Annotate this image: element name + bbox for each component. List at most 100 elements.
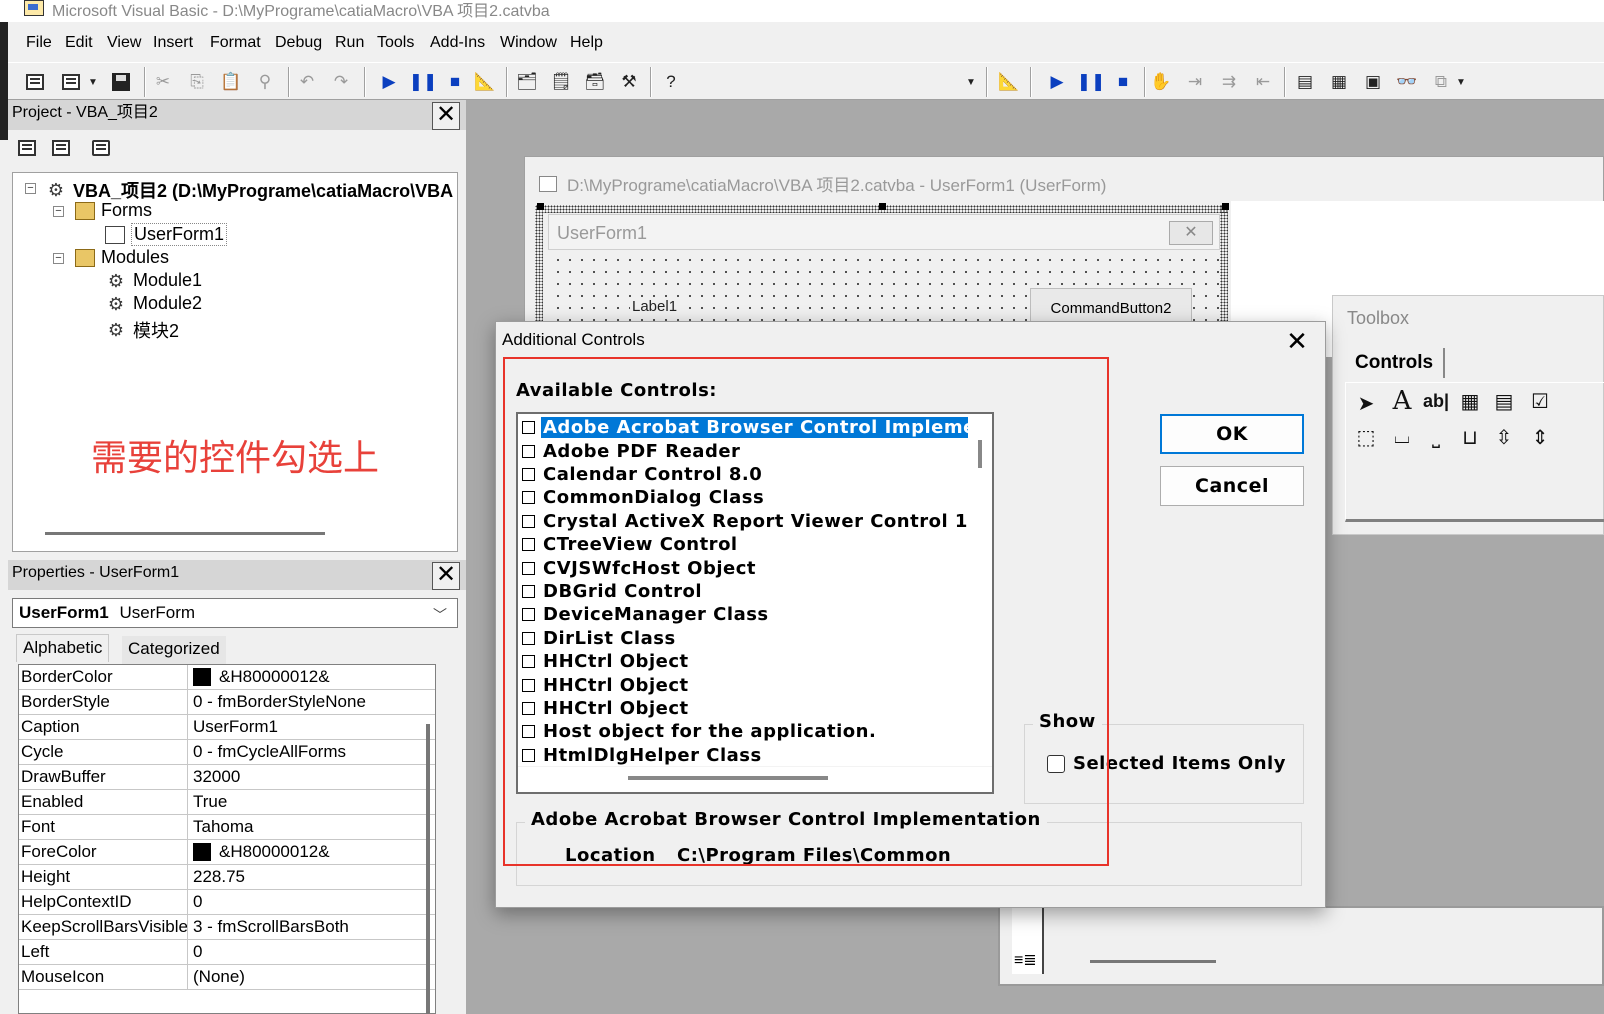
togglebutton-tool-icon[interactable]: ⌴ [1388,423,1416,451]
list-horizontal-scrollbar[interactable] [628,776,828,780]
view-object-icon[interactable] [52,140,76,164]
list-item[interactable]: CommonDialog Class [522,486,766,509]
list-item-checkbox[interactable] [522,561,535,575]
property-row[interactable]: Enabled True [19,790,435,815]
combobox-tool-icon[interactable]: ▦ [1456,387,1484,415]
list-item-checkbox[interactable] [522,608,535,622]
list-item[interactable]: HHCtrl Object [522,650,691,673]
properties-scrollbar[interactable] [426,724,430,1014]
list-item[interactable]: Adobe PDF Reader [522,439,742,462]
available-controls-list[interactable]: Adobe Acrobat Browser Control Implementa… [516,412,994,794]
list-item-checkbox[interactable] [522,467,535,481]
reset-icon-2[interactable]: ■ [1110,69,1136,95]
chevron-down-icon[interactable]: ﹀ [433,601,447,629]
menu-format[interactable]: Format [210,34,261,52]
reset-icon[interactable]: ■ [442,69,468,95]
list-item-checkbox[interactable] [522,444,535,458]
menu-file[interactable]: File [26,34,52,52]
list-item[interactable]: HtmlDlgHelper Class [522,744,764,767]
list-item-checkbox[interactable] [522,678,535,692]
list-item-checkbox[interactable] [522,491,535,505]
list-item-checkbox[interactable] [522,538,535,552]
ok-button[interactable]: OK [1160,414,1304,454]
project-close-button[interactable]: ✕ [432,102,460,130]
spinbutton-tool-icon[interactable]: ⇕ [1526,423,1554,451]
list-item-checkbox[interactable] [522,701,535,715]
view-object-icon[interactable] [22,69,48,95]
list-item[interactable]: DirList Class [522,627,678,650]
property-row[interactable]: Left 0 [19,940,435,965]
list-item-checkbox[interactable] [522,748,535,762]
property-row[interactable]: BorderStyle 0 - fmBorderStyleNone [19,690,435,715]
menu-view[interactable]: View [107,34,141,52]
collapse-icon[interactable]: − [25,183,36,194]
step-into-icon[interactable]: ⇥ [1182,69,1208,95]
step-over-icon[interactable]: ⇉ [1216,69,1242,95]
list-item[interactable]: HHCtrl Object [522,673,691,696]
break-icon[interactable]: ❚❚ [409,69,438,95]
resize-handle[interactable] [537,203,544,210]
procedure-view-icon[interactable]: ≡≣ [1014,950,1062,972]
label-tool-icon[interactable]: A [1388,386,1416,416]
list-item[interactable]: Calendar Control 8.0 [522,463,764,486]
list-item-checkbox[interactable] [522,584,535,598]
design-mode-icon[interactable]: 📐 [472,69,498,95]
tree-forms-folder[interactable]: Forms [75,200,152,221]
menu-run[interactable]: Run [335,34,364,52]
properties-window-icon[interactable]: 🗒 [548,69,574,95]
list-item[interactable]: DBGrid Control [522,580,704,603]
immediate-window-icon[interactable]: ▦ [1326,69,1352,95]
locals-window-icon[interactable]: ▤ [1292,69,1318,95]
list-item[interactable]: Host object for the application. [522,720,878,743]
property-row[interactable]: BorderColor &H80000012& [19,665,435,690]
resize-handle[interactable] [879,203,886,210]
tree-item-module2[interactable]: ⚙ Module2 [105,293,202,314]
list-item[interactable]: Crystal ActiveX Report Viewer Control 10… [522,510,992,533]
selected-items-only-option[interactable]: Selected Items Only [1047,753,1286,774]
list-item[interactable]: DeviceManager Class [522,603,771,626]
menu-tools[interactable]: Tools [377,34,414,52]
menu-help[interactable]: Help [570,34,603,52]
toggle-folders-icon[interactable] [92,140,116,164]
menu-window[interactable]: Window [500,34,557,52]
paste-icon[interactable]: 📋 [218,69,244,95]
object-selector[interactable]: UserForm1 UserForm ﹀ [12,598,458,628]
property-row[interactable]: Font Tahoma [19,815,435,840]
scrollbar-tool-icon[interactable]: ⇳ [1490,423,1518,451]
run-icon[interactable]: ▶ [376,69,402,95]
list-item-checkbox[interactable] [522,514,535,528]
commandbutton-tool-icon[interactable]: ⎵ [1422,423,1450,451]
list-item[interactable]: Adobe Acrobat Browser Control Implementa… [522,416,992,440]
tab-controls[interactable]: Controls [1345,348,1446,378]
toolbar-options-icon-2[interactable]: ▼ [1454,69,1468,95]
collapse-icon[interactable]: − [53,206,64,217]
watch-window-icon[interactable]: ▣ [1360,69,1386,95]
menu-insert[interactable]: Insert [153,34,193,52]
toolbox-icon[interactable]: ⚒ [616,69,642,95]
property-row[interactable]: Height 228.75 [19,865,435,890]
list-item[interactable]: CTreeView Control [522,533,740,556]
tree-modules-folder[interactable]: Modules [75,247,169,268]
toggle-breakpoint-icon[interactable]: ✋ [1148,69,1174,95]
close-icon[interactable]: ✕ [1283,326,1311,357]
design-mode-icon-2[interactable]: 📐 [996,69,1022,95]
code-scrollbar[interactable] [1090,960,1216,963]
step-out-icon[interactable]: ⇤ [1250,69,1276,95]
property-row[interactable]: MouseIcon (None) [19,965,435,990]
menu-debug[interactable]: Debug [275,34,322,52]
list-item[interactable]: CVJSWfcHost Object [522,556,758,579]
call-stack-icon[interactable]: ⧉ [1428,69,1454,95]
tabstrip-tool-icon[interactable]: ⊔ [1456,423,1484,451]
object-browser-icon[interactable]: 🗃 [582,69,608,95]
listbox-tool-icon[interactable]: ▤ [1490,387,1518,415]
toolbar-options-icon[interactable]: ▼ [964,69,978,95]
frame-tool-icon[interactable]: ⬚ [1352,423,1380,451]
quick-watch-icon[interactable]: 👓 [1394,69,1420,95]
property-row[interactable]: HelpContextID 0 [19,890,435,915]
insert-userform-icon[interactable] [58,69,84,95]
property-row[interactable]: Caption UserForm1 [19,715,435,740]
view-code-icon[interactable] [18,140,42,164]
property-row[interactable]: KeepScrollBarsVisible 3 - fmScrollBarsBo… [19,915,435,940]
label-control[interactable]: Label1 [630,298,680,315]
property-row[interactable]: DrawBuffer 32000 [19,765,435,790]
